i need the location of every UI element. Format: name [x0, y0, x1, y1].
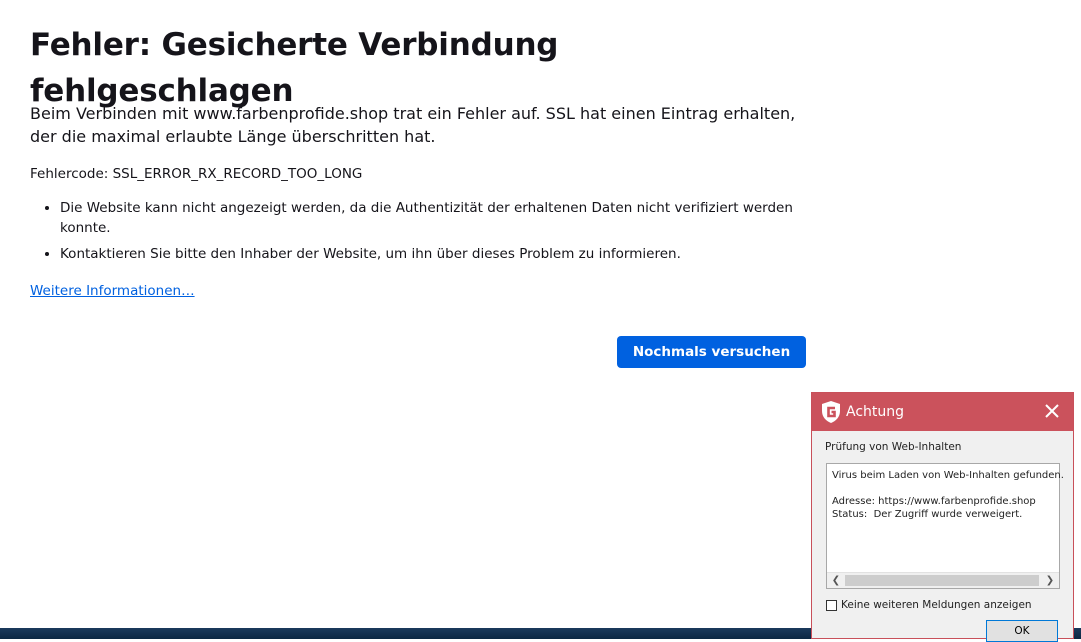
security-alert-dialog: Achtung Prüfung von Web-Inhalten Virus b…	[811, 392, 1074, 642]
horizontal-scrollbar[interactable]: ❮ ❯	[827, 572, 1059, 588]
section-label: Prüfung von Web-Inhalten	[825, 441, 962, 453]
reason-item: Die Website kann nicht angezeigt werden,…	[60, 198, 820, 238]
reason-list: Die Website kann nicht angezeigt werden,…	[30, 198, 820, 270]
retry-button[interactable]: Nochmals versuchen	[617, 336, 806, 368]
scroll-left-icon[interactable]: ❮	[829, 574, 843, 588]
more-info-link[interactable]: Weitere Informationen…	[30, 281, 195, 301]
dialog-body: Prüfung von Web-Inhalten Virus beim Lade…	[816, 431, 1069, 642]
message-text: Virus beim Laden von Web-Inhalten gefund…	[832, 470, 1064, 520]
error-code: Fehlercode: SSL_ERROR_RX_RECORD_TOO_LONG	[30, 166, 363, 182]
close-icon[interactable]	[1043, 402, 1061, 420]
no-more-messages-checkbox[interactable]: Keine weiteren Meldungen anzeigen	[826, 599, 1032, 611]
message-textbox[interactable]: Virus beim Laden von Web-Inhalten gefund…	[826, 463, 1064, 589]
page-title: Fehler: Gesicherte Verbindung fehlgeschl…	[30, 27, 559, 109]
reason-item: Kontaktieren Sie bitte den Inhaber der W…	[60, 244, 820, 264]
error-description: Beim Verbinden mit www.farbenprofide.sho…	[30, 104, 796, 146]
scroll-right-icon[interactable]: ❯	[1043, 574, 1057, 588]
gdata-shield-icon	[822, 401, 840, 423]
dialog-title: Achtung	[846, 404, 905, 420]
dialog-header: Achtung	[812, 393, 1073, 431]
checkbox-box[interactable]	[826, 599, 837, 611]
scrollbar-thumb[interactable]	[845, 575, 1039, 586]
checkbox-label: Keine weiteren Meldungen anzeigen	[841, 599, 1032, 611]
